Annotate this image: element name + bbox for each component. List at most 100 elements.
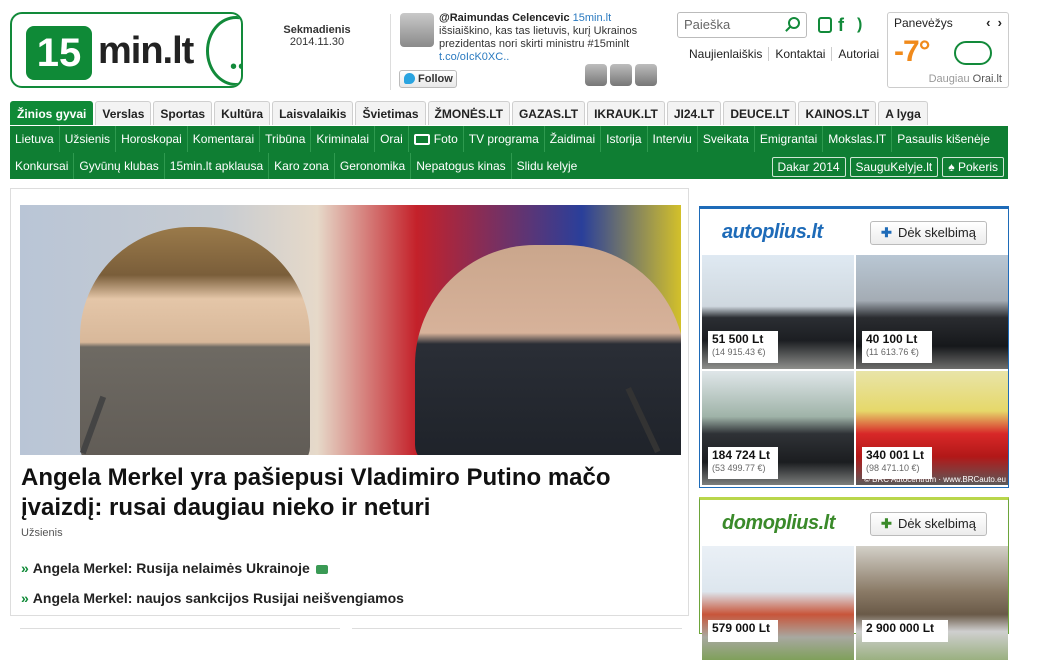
add-listing-button[interactable]: ✚ Dėk skelbimą (870, 512, 987, 536)
nav-link[interactable]: Geronomika (335, 153, 412, 179)
add-listing-button[interactable]: ✚ Dėk skelbimą (870, 221, 987, 245)
special-link-poker[interactable]: ♠ Pokeris (942, 157, 1004, 177)
search-input[interactable]: Paieška (677, 12, 807, 38)
nav-link[interactable]: Tribūna (260, 126, 312, 152)
divider (352, 628, 682, 629)
cloud-icon (954, 41, 992, 65)
twitter-follow-button[interactable]: Follow (399, 70, 457, 88)
house-listing[interactable]: 579 000 Lt (702, 546, 854, 660)
nav-link[interactable]: TV programa (464, 126, 545, 152)
weather-city: Panevėžys (894, 16, 953, 30)
article-headline[interactable]: Angela Merkel yra pašiepusi Vladimiro Pu… (21, 463, 661, 523)
autoplius-logo[interactable]: autoplius.lt (722, 221, 823, 244)
related-link[interactable]: » Angela Merkel: Rusija nelaimės Ukrainoj… (21, 560, 328, 576)
related-link[interactable]: » Angela Merkel: naujos sankcijos Rusijai… (21, 590, 404, 606)
date-value: 2014.11.30 (289, 36, 345, 48)
dots-icon: ••• (230, 56, 241, 78)
nav-link[interactable]: Kriminalai (311, 126, 376, 152)
tab-ji24[interactable]: JI24.LT (666, 101, 722, 125)
tab-sports[interactable]: Sportas (153, 101, 213, 125)
autoplius-ad: autoplius.lt ✚ Dėk skelbimą 51 500 Lt (14 … (699, 206, 1009, 488)
nav-link[interactable]: Karo zona (269, 153, 335, 179)
nav-link[interactable]: Sveikata (698, 126, 755, 152)
nav-link[interactable]: Lietuva (10, 126, 60, 152)
nav-link[interactable]: 15min.lt apklausa (165, 153, 270, 179)
avatar[interactable] (585, 64, 607, 86)
tweet-via[interactable]: 15min.lt (573, 12, 612, 24)
link-authors[interactable]: Autoriai (831, 47, 880, 61)
top-links: Naujienlaiškis Kontaktai Autoriai (689, 47, 885, 61)
nav-link[interactable]: Mokslas.IT (823, 126, 893, 152)
tab-kainos[interactable]: KAINOS.LT (798, 101, 877, 125)
weather-next[interactable]: › (998, 15, 1002, 30)
tweet-author-avatars (585, 64, 660, 91)
nav-link[interactable]: Istorija (601, 126, 648, 152)
nav-link[interactable]: Užsienis (60, 126, 117, 152)
special-link-saugu[interactable]: SauguKelyje.lt (849, 157, 939, 177)
link-newsletter[interactable]: Naujienlaiškis (689, 47, 762, 61)
weather-arrows[interactable]: ‹ › (986, 15, 1002, 30)
nav-link[interactable]: Emigrantai (755, 126, 824, 152)
car-listing[interactable]: 40 100 Lt (11 613.76 €) (856, 255, 1008, 369)
plus-icon: ✚ (881, 516, 892, 531)
nav-link[interactable]: Gyvūnų klubas (74, 153, 165, 179)
search-placeholder: Paieška (684, 17, 731, 32)
price-tag: 51 500 Lt (14 915.43 €) (708, 331, 778, 363)
weather-source[interactable]: Daugiau Orai.lt (929, 73, 1002, 85)
follow-label: Follow (418, 73, 453, 85)
mobile-icon[interactable] (818, 17, 832, 33)
nav-link[interactable]: Interviu (648, 126, 698, 152)
price-tag: 579 000 Lt (708, 620, 778, 642)
camera-icon (315, 564, 328, 574)
subnav-row-2: Konkursai Gyvūnų klubas 15min.lt apklausa K… (10, 153, 582, 179)
nav-link[interactable]: Žaidimai (545, 126, 602, 152)
car-listing[interactable]: 340 001 Lt (98 471.10 €) © BRC Autocentru… (856, 371, 1008, 485)
tab-a-lyga[interactable]: A lyga (878, 101, 928, 125)
car-listing[interactable]: 184 724 Lt (53 499.77 €) (702, 371, 854, 485)
tweet-text-block: @Raimundas Celencevic 15min.lt išsiaiški… (439, 12, 654, 64)
nav-link[interactable]: Horoskopai (116, 126, 188, 152)
tweet-avatar[interactable] (400, 13, 434, 47)
nav-link-foto[interactable]: Foto (409, 126, 464, 152)
car-listing[interactable]: 51 500 Lt (14 915.43 €) (702, 255, 854, 369)
nav-link[interactable]: Nepatogus kinas (411, 153, 512, 179)
rss-icon[interactable]: ) (857, 17, 871, 33)
tab-culture[interactable]: Kultūra (214, 101, 271, 125)
price-tag: 40 100 Lt (11 613.76 €) (862, 331, 932, 363)
tab-zmones[interactable]: ŽMONĖS.LT (427, 101, 510, 125)
tab-ikrauk[interactable]: IKRAUK.LT (587, 101, 665, 125)
divider (20, 628, 340, 629)
camera-icon (413, 134, 430, 146)
tab-education[interactable]: Švietimas (355, 101, 426, 125)
nav-link[interactable]: Pasaulis kišenėje (892, 126, 995, 152)
tab-leisure[interactable]: Laisvalaikis (272, 101, 354, 125)
search-icon[interactable] (788, 17, 800, 29)
link-contacts[interactable]: Kontaktai (768, 47, 826, 61)
site-logo[interactable]: 15 min.lt ••• (10, 12, 243, 88)
photo-person-left (80, 227, 310, 455)
tab-business[interactable]: Verslas (95, 101, 152, 125)
plus-icon: ✚ (881, 225, 892, 240)
domoplius-logo[interactable]: domoplius.lt (722, 512, 835, 535)
nav-link[interactable]: Komentarai (188, 126, 261, 152)
avatar[interactable] (635, 64, 657, 86)
special-link-dakar[interactable]: Dakar 2014 (771, 157, 846, 177)
price-tag: 184 724 Lt (53 499.77 €) (708, 447, 778, 479)
tweet-user[interactable]: @Raimundas Celencevic (439, 12, 570, 24)
weather-temp: -7° (894, 35, 931, 68)
tweet-link[interactable]: t.co/oIcK0XC.. (439, 51, 509, 63)
house-listing[interactable]: 2 900 000 Lt (856, 546, 1008, 660)
article-photo[interactable] (20, 205, 681, 455)
facebook-icon[interactable]: f (838, 16, 852, 34)
nav-link[interactable]: Slidu kelyje (512, 153, 583, 179)
tab-gazas[interactable]: GAZAS.LT (511, 101, 586, 125)
article-section[interactable]: Užsienis (21, 527, 63, 539)
nav-link[interactable]: Konkursai (10, 153, 75, 179)
weather-prev[interactable]: ‹ (986, 15, 990, 30)
avatar[interactable] (610, 64, 632, 86)
weather-widget[interactable]: Panevėžys ‹ › -7° Daugiau Orai.lt (887, 12, 1009, 88)
tab-live-news[interactable]: Žinios gyvai (10, 101, 94, 125)
subnav-row-1: Lietuva Užsienis Horoskopai Komentarai Tribū… (10, 126, 995, 152)
nav-link[interactable]: Orai (375, 126, 409, 152)
tab-deuce[interactable]: DEUCE.LT (723, 101, 797, 125)
